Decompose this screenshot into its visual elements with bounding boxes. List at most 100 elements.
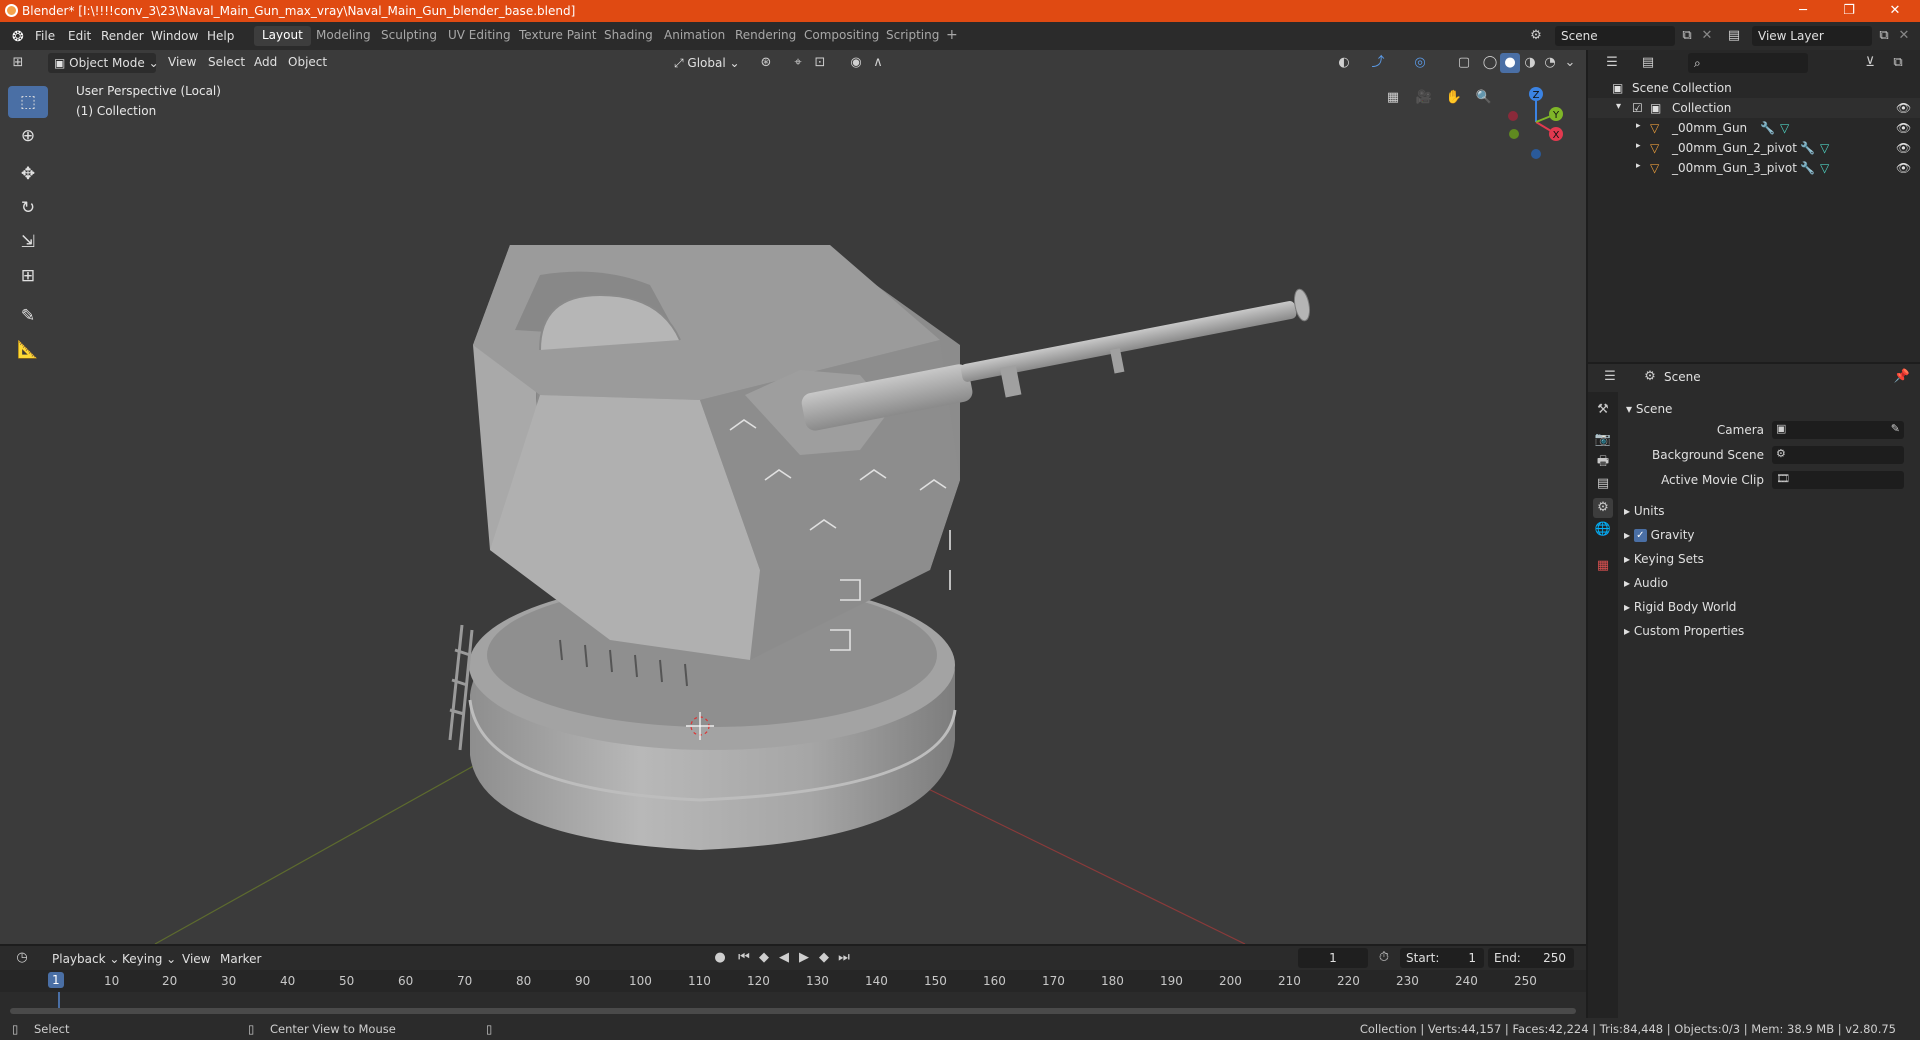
close-button[interactable]: ✕ [1872, 0, 1918, 22]
outliner-object[interactable]: ▸ ▽ _00mm_Gun 🔧 ▽ 👁 [1588, 118, 1920, 138]
scale-tool-icon[interactable]: ⇲ [8, 226, 48, 258]
outliner-editor-icon[interactable]: ☰ [1602, 53, 1622, 73]
prev-keyframe-icon[interactable]: ◆ [754, 948, 774, 968]
snap-target-icon[interactable]: ⊡ [810, 53, 830, 73]
toggle-perspective-icon[interactable]: ▦ [1383, 88, 1403, 108]
tab-animation[interactable]: Animation [656, 26, 733, 46]
navigation-gizmo[interactable]: Z X Y [1498, 82, 1578, 162]
annotate-tool-icon[interactable]: ✎ [8, 300, 48, 332]
play-icon[interactable]: ▶ [794, 948, 814, 968]
filter-icon[interactable]: ⊻ [1860, 53, 1880, 73]
solid-shading-icon[interactable]: ● [1500, 53, 1520, 73]
timeline-menu-playback[interactable]: Playback ⌄ [52, 952, 119, 966]
camera-field[interactable]: ▣ ✎ [1772, 421, 1904, 439]
eye-icon[interactable]: 👁 [1896, 161, 1911, 175]
mesh-data-icon[interactable]: ▽ [1780, 121, 1789, 135]
tab-layout[interactable]: Layout [254, 26, 311, 46]
stopwatch-icon[interactable]: ⏱ [1374, 948, 1394, 968]
tab-shading[interactable]: Shading [596, 26, 661, 46]
rendered-shading-icon[interactable]: ◔ [1540, 53, 1560, 73]
restore-button[interactable]: ❐ [1826, 0, 1872, 22]
delete-scene-icon[interactable]: ✕ [1697, 26, 1717, 46]
falloff-icon[interactable]: ∧ [868, 53, 888, 73]
eye-icon[interactable]: 👁 [1896, 101, 1911, 115]
outliner-object[interactable]: ▸ ▽ _00mm_Gun_3_pivot 🔧 ▽ 👁 [1588, 158, 1920, 178]
texture-tab-icon[interactable]: ▦ [1593, 556, 1613, 576]
rotate-tool-icon[interactable]: ↻ [8, 192, 48, 224]
modifier-wrench-icon[interactable]: 🔧 [1800, 141, 1815, 155]
outliner-collection[interactable]: ▾ ☑ ▣ Collection 👁 [1588, 98, 1920, 118]
3d-viewport[interactable]: ⊞ ▣ Object Mode ⌄ View Select Add Object… [0, 50, 1586, 944]
proportional-edit-icon[interactable]: ◉ [846, 53, 866, 73]
eye-icon[interactable]: 👁 [1896, 141, 1911, 155]
mesh-data-icon[interactable]: ▽ [1820, 141, 1829, 155]
expand-chevron-icon[interactable]: ▸ [1636, 161, 1641, 171]
section-custom-properties[interactable]: ▸ Custom Properties [1624, 624, 1744, 638]
wireframe-shading-icon[interactable]: ◯ [1480, 53, 1500, 73]
new-collection-icon[interactable]: ⧉ [1888, 53, 1908, 73]
shading-options-icon[interactable]: ⌄ [1560, 53, 1580, 73]
current-frame-field[interactable]: 1 [1298, 948, 1368, 968]
viewport-menu-add[interactable]: Add [254, 55, 277, 69]
output-tab-icon[interactable]: 🖶 [1593, 452, 1613, 472]
active-movie-clip-field[interactable]: 🎞 [1772, 471, 1904, 489]
scene-tab-icon[interactable]: ⚙ [1593, 498, 1613, 518]
expand-chevron-icon[interactable]: ▸ [1636, 121, 1641, 131]
expand-chevron-icon[interactable]: ▾ [1616, 101, 1621, 112]
modifier-wrench-icon[interactable]: 🔧 [1800, 161, 1815, 175]
tab-scripting[interactable]: Scripting [878, 26, 947, 46]
next-keyframe-icon[interactable]: ◆ [814, 948, 834, 968]
outliner-search-input[interactable]: ⌕ [1688, 53, 1808, 73]
blender-menu-icon[interactable]: ❂ [12, 29, 24, 45]
viewport-menu-select[interactable]: Select [208, 55, 245, 69]
menu-edit[interactable]: Edit [68, 29, 91, 43]
pan-view-icon[interactable]: ✋ [1444, 88, 1464, 108]
delete-view-layer-icon[interactable]: ✕ [1894, 26, 1914, 46]
gizmo-toggle-icon[interactable]: ⤴ [1368, 53, 1388, 73]
tab-texture-paint[interactable]: Texture Paint [511, 26, 604, 46]
record-icon[interactable]: ● [710, 948, 730, 968]
tab-sculpting[interactable]: Sculpting [373, 26, 445, 46]
section-keying-sets[interactable]: ▸ Keying Sets [1624, 552, 1704, 566]
pivot-point-icon[interactable]: ⊛ [756, 53, 776, 73]
visibility-selector-icon[interactable]: ◐ [1334, 53, 1354, 73]
new-scene-icon[interactable]: ⧉ [1677, 26, 1697, 46]
timeline-menu-keying[interactable]: Keying ⌄ [122, 952, 176, 966]
tool-tab-icon[interactable]: ⚒ [1593, 400, 1613, 420]
collection-checkbox[interactable]: ☑ [1632, 101, 1643, 115]
move-tool-icon[interactable]: ✥ [8, 158, 48, 190]
world-tab-icon[interactable]: 🌐 [1593, 520, 1613, 540]
new-view-layer-icon[interactable]: ⧉ [1874, 26, 1894, 46]
material-shading-icon[interactable]: ◑ [1520, 53, 1540, 73]
editor-type-icon[interactable]: ⊞ [8, 53, 28, 73]
background-scene-field[interactable]: ⚙ [1772, 446, 1904, 464]
overlay-toggle-icon[interactable]: ◎ [1410, 53, 1430, 73]
outliner-scene-collection[interactable]: ▣ Scene Collection [1588, 78, 1920, 98]
modifier-wrench-icon[interactable]: 🔧 [1760, 121, 1775, 135]
measure-tool-icon[interactable]: 📐 [8, 334, 48, 366]
eyedropper-icon[interactable]: ✎ [1891, 422, 1900, 435]
select-box-tool-icon[interactable]: ⬚ [8, 86, 48, 118]
playhead-frame-label[interactable]: 1 [48, 972, 64, 988]
scene-panel-header[interactable]: ▾ Scene [1626, 402, 1672, 416]
expand-chevron-icon[interactable]: ▸ [1636, 141, 1641, 151]
snap-icon[interactable]: ⌖ [788, 53, 808, 73]
end-frame-field[interactable]: End: 250 [1488, 948, 1574, 968]
transform-tool-icon[interactable]: ⊞ [8, 260, 48, 292]
play-reverse-icon[interactable]: ◀ [774, 948, 794, 968]
jump-end-icon[interactable]: ⏭ [834, 948, 854, 968]
mesh-data-icon[interactable]: ▽ [1820, 161, 1829, 175]
viewport-menu-object[interactable]: Object [288, 55, 327, 69]
section-rigid-body-world[interactable]: ▸ Rigid Body World [1624, 600, 1736, 614]
properties-editor-icon[interactable]: ☰ [1600, 367, 1620, 387]
view-layer-tab-icon[interactable]: ▤ [1593, 474, 1613, 494]
timeline-menu-view[interactable]: View [182, 952, 210, 966]
timeline-editor-icon[interactable]: ◷ [12, 948, 32, 968]
view-layer-icon[interactable]: ▤ [1724, 26, 1744, 46]
tab-modeling[interactable]: Modeling [308, 26, 379, 46]
zoom-view-icon[interactable]: 🔍 [1474, 88, 1494, 108]
display-mode-icon[interactable]: ▤ [1638, 53, 1658, 73]
tab-compositing[interactable]: Compositing [796, 26, 887, 46]
minimize-button[interactable]: ─ [1780, 0, 1826, 22]
pin-icon[interactable]: 📌 [1892, 367, 1912, 387]
